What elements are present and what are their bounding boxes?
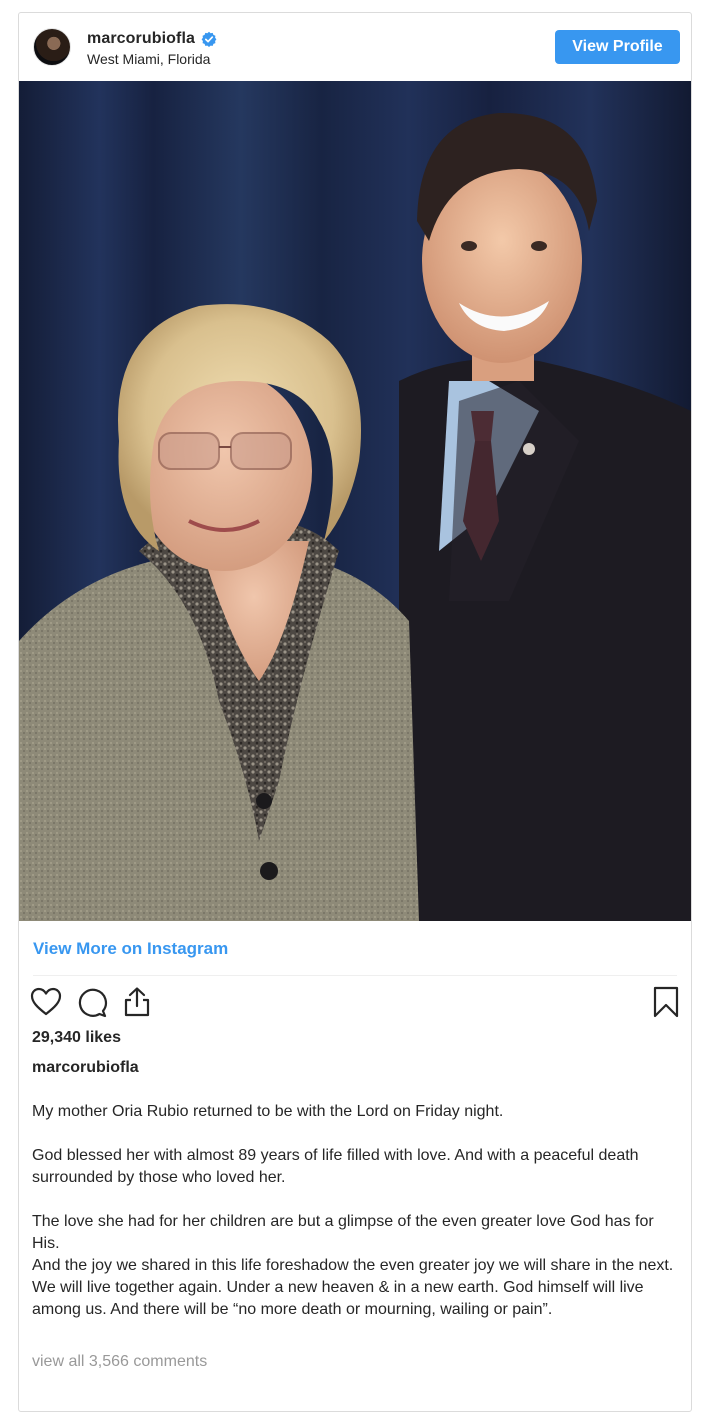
caption-line: And the joy we shared in this life fores… xyxy=(32,1257,674,1274)
share-icon[interactable] xyxy=(120,985,154,1019)
divider xyxy=(33,975,677,976)
view-more-link[interactable]: View More on Instagram xyxy=(33,939,228,959)
post-photo-illustration xyxy=(19,81,691,921)
caption-line: We will live together again. Under a new… xyxy=(32,1279,644,1318)
view-profile-button[interactable]: View Profile xyxy=(555,30,680,64)
verified-badge-icon xyxy=(201,31,217,47)
view-comments-link[interactable]: view all 3,566 comments xyxy=(32,1353,207,1371)
post-photo[interactable] xyxy=(19,81,691,921)
post-header: marcorubiofla West Miami, Florida View P… xyxy=(19,13,691,81)
likes-count[interactable]: 29,340 likes xyxy=(32,1029,121,1047)
bookmark-icon[interactable] xyxy=(649,985,683,1019)
instagram-embed-card: marcorubiofla West Miami, Florida View P… xyxy=(18,12,692,1412)
heart-icon[interactable] xyxy=(29,985,63,1019)
comment-icon[interactable] xyxy=(75,985,109,1019)
caption-username[interactable]: marcorubiofla xyxy=(32,1059,139,1077)
caption-line: My mother Oria Rubio returned to be with… xyxy=(32,1103,504,1120)
avatar[interactable] xyxy=(33,28,71,66)
caption-text: My mother Oria Rubio returned to be with… xyxy=(32,1101,682,1321)
post-location[interactable]: West Miami, Florida xyxy=(87,51,210,67)
username[interactable]: marcorubiofla xyxy=(87,30,195,48)
username-row: marcorubiofla xyxy=(87,30,217,48)
caption-line: God blessed her with almost 89 years of … xyxy=(32,1147,639,1186)
caption-line: The love she had for her children are bu… xyxy=(32,1213,654,1252)
